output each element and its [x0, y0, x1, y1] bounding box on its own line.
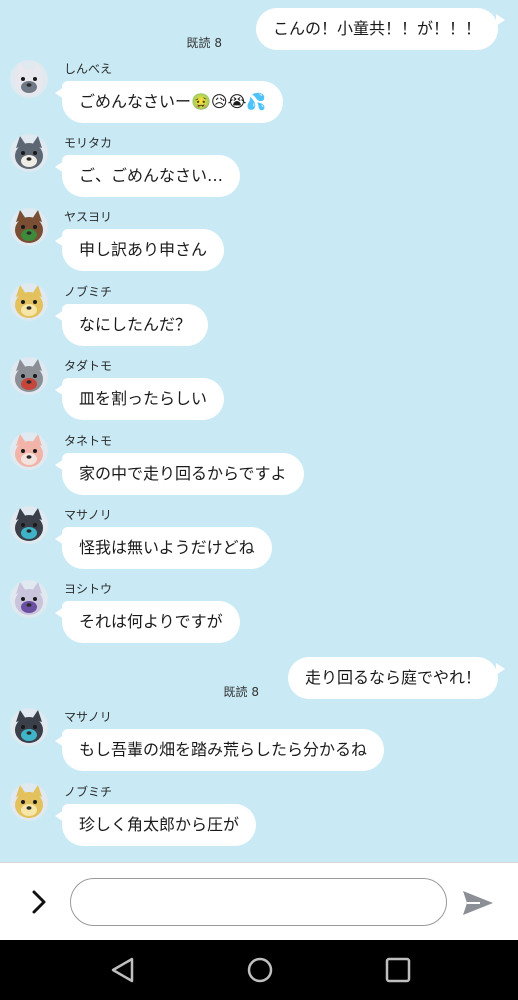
sender-name: ヤスヨリ	[64, 210, 113, 224]
sender-name: タネトモ	[64, 434, 113, 448]
message-input[interactable]	[70, 878, 447, 926]
avatar-masanori[interactable]	[10, 708, 48, 746]
read-receipt: 既読 8	[223, 685, 259, 699]
sender-name: ノブミチ	[64, 285, 113, 299]
chevron-right-icon[interactable]	[22, 885, 56, 919]
avatar-tadatomo[interactable]	[10, 357, 48, 395]
avatar-nobumichi[interactable]	[10, 783, 48, 821]
avatar-shinbee[interactable]	[10, 60, 48, 98]
home-icon[interactable]	[242, 952, 278, 988]
message-bubble[interactable]: 家の中で走り回るからですよ	[55, 453, 304, 495]
send-icon[interactable]	[460, 887, 496, 919]
read-receipt: 既読 8	[186, 36, 222, 50]
message-bubble[interactable]: なにしたんだ？	[54, 304, 209, 346]
screen: こんの！小童共！！が！！！ 既読 8 しんべえごめんなさいー🤢😥😭💦 モリタカご、ごめ…	[0, 0, 518, 1000]
message-bubble[interactable]: 皿を割ったらしい	[54, 378, 225, 420]
message-bubble[interactable]: もし吾輩の畑を踏み荒らしたら分かるね	[54, 729, 385, 771]
message-bubble[interactable]: 走り回るなら庭でやれ！	[287, 657, 506, 699]
message-bubble[interactable]: ごめんなさいー🤢😥😭💦	[54, 81, 284, 123]
back-icon[interactable]	[105, 952, 141, 988]
message-bubble[interactable]: こんの！小童共！！が！！！	[255, 8, 506, 50]
sender-name: ノブミチ	[64, 785, 113, 799]
sender-name: しんべえ	[64, 62, 113, 76]
message-bubble[interactable]: それは何よりですが	[55, 601, 240, 643]
sender-name: モリタカ	[64, 136, 113, 150]
avatar-nobumichi[interactable]	[10, 283, 48, 321]
avatar-yasuyori[interactable]	[10, 208, 48, 246]
message-bubble[interactable]: 怪我は無いようだけどね	[55, 527, 272, 569]
message-bubble[interactable]: 珍しく角太郎から圧が	[54, 804, 257, 846]
avatar-yoshitou[interactable]	[10, 580, 48, 618]
sender-name: マサノリ	[64, 508, 112, 522]
chat-area[interactable]: こんの！小童共！！が！！！ 既読 8 しんべえごめんなさいー🤢😥😭💦 モリタカご、ごめ…	[0, 0, 518, 862]
avatar-masanori[interactable]	[10, 506, 48, 544]
sender-name: ヨシトウ	[64, 582, 113, 596]
recents-icon[interactable]	[380, 952, 416, 988]
message-bubble[interactable]: 申し訳あり申さん	[54, 229, 225, 271]
avatar-tanetomo[interactable]	[10, 432, 48, 470]
system-navigation-bar	[0, 940, 518, 1000]
message-input-bar	[0, 862, 518, 940]
sender-name: タダトモ	[64, 359, 113, 373]
sender-name: マサノリ	[64, 710, 112, 724]
message-bubble[interactable]: ご、ごめんなさい…	[54, 155, 241, 197]
avatar-moritaka[interactable]	[10, 134, 48, 172]
